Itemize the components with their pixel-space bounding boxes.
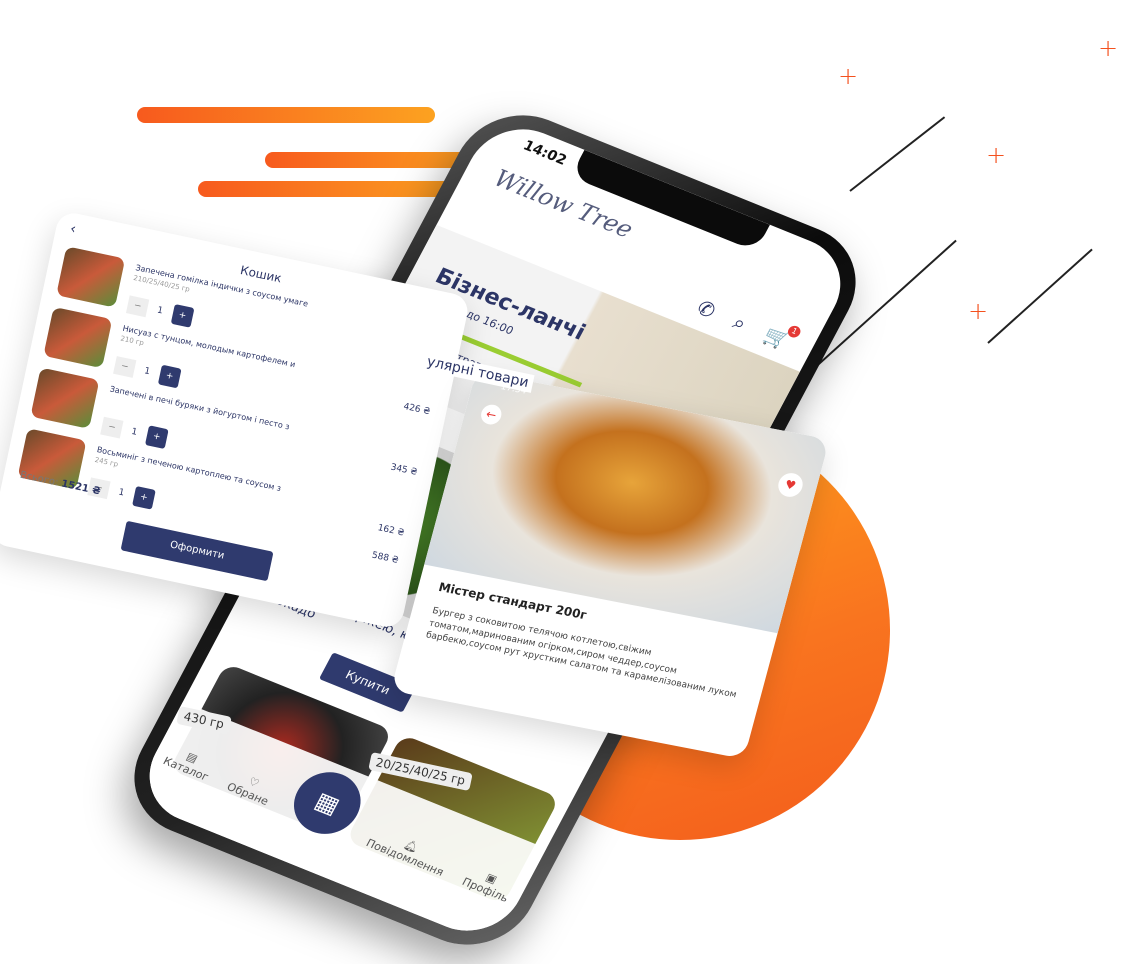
phone-icon[interactable]: ✆ [693,295,720,323]
decrement-button[interactable]: − [113,356,137,378]
increment-button[interactable]: + [157,364,182,389]
product-description: Бургер з соковитою телячою котлетою,свіж… [424,606,738,701]
plus-icon: + [986,141,1007,169]
cart-badge: 1 [785,324,803,340]
item-price: 345 ₴ [389,462,419,478]
item-qty: 1 [130,426,139,438]
decor-line [849,116,946,192]
notch [570,149,770,252]
decor-line [987,248,1093,344]
item-qty: 1 [117,487,126,499]
nav-catalog[interactable]: ▤ Каталог [161,743,217,784]
plus-icon: + [838,62,859,90]
item-thumbnail [56,246,126,308]
decor-streak [198,181,468,197]
increment-button[interactable]: + [144,425,169,449]
increment-button[interactable]: + [170,303,195,328]
item-qty: 1 [156,305,164,317]
decor-streak [137,107,435,123]
plus-icon: + [968,297,989,325]
status-time: 14:02 [520,137,570,169]
plus-icon: + [1098,34,1119,62]
qr-code-button[interactable]: ▦ [282,762,373,844]
qr-code-icon: ▦ [310,786,345,820]
item-price: 426 ₴ [402,401,431,418]
nav-notifications[interactable]: 🔔︎ Повідомлення [364,825,452,879]
increment-button[interactable]: + [131,485,156,510]
item-price: 162 ₴ [376,523,406,539]
cart-icon[interactable]: 🛒 1 [760,322,803,353]
item-qty: 1 [143,366,151,378]
decrement-button[interactable]: − [125,295,150,318]
decrement-button[interactable]: − [100,416,124,439]
search-icon[interactable]: ⌕ [729,310,751,336]
nav-favorites[interactable]: ♡ Обране [225,769,277,808]
nav-profile[interactable]: ▣ Профіль [460,864,517,905]
